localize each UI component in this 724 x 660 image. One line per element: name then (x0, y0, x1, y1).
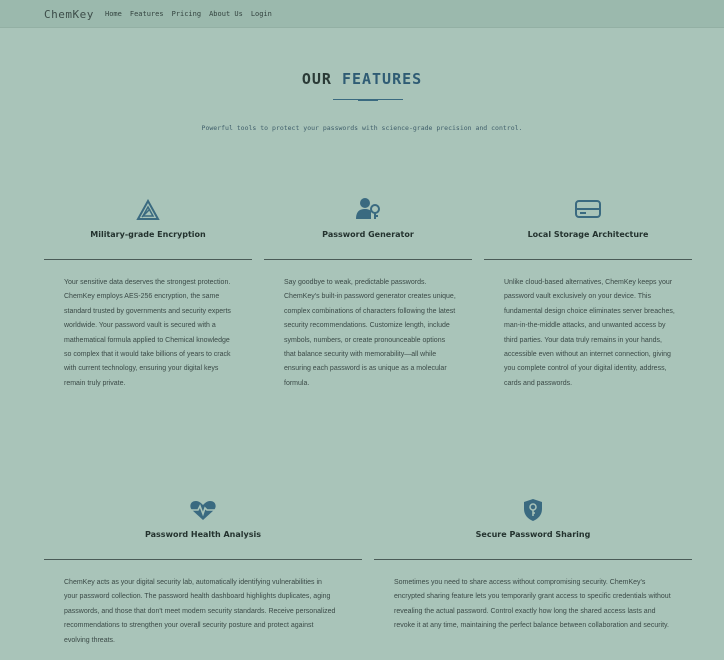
nav-links: Home Features Pricing About Us Login (105, 10, 272, 18)
feature-description: Say goodbye to weak, predictable passwor… (284, 279, 456, 387)
page-subtitle: Powerful tools to protect your passwords… (201, 124, 523, 132)
page-title-part2: FEATURES (341, 70, 423, 88)
feature-title: Local Storage Architecture (527, 230, 649, 239)
feature-title: Password Health Analysis (145, 530, 261, 539)
feature-title: Password Generator (322, 230, 414, 239)
feature-description: ChemKey acts as your digital security la… (64, 579, 336, 644)
logo[interactable]: ChemKey (44, 8, 94, 21)
feature-title: Military-grade Encryption (90, 230, 206, 239)
shield-key-icon (374, 498, 692, 522)
nav-link-pricing[interactable]: Pricing (172, 10, 202, 18)
feature-title: Secure Password Sharing (475, 530, 591, 539)
triangle-icon (44, 198, 252, 222)
feature-divider (374, 559, 692, 560)
nav-link-home[interactable]: Home (105, 10, 122, 18)
feature-divider (264, 259, 472, 260)
feature-description: Your sensitive data deserves the stronge… (64, 279, 231, 387)
feature-divider (44, 259, 252, 260)
nav-link-features[interactable]: Features (130, 10, 164, 18)
page-title-part1: OUR (301, 70, 332, 88)
feature-divider (44, 559, 362, 560)
feature-card-sharing: Secure Password Sharing Sometimes you ne… (374, 496, 692, 656)
hard-drive-icon (484, 197, 692, 221)
feature-card-generator: Password Generator Say goodbye to weak, … (264, 196, 472, 426)
feature-description: Unlike cloud-based alternatives, ChemKey… (504, 279, 675, 387)
title-underline-accent (358, 99, 378, 101)
feature-card-local-storage: Local Storage Architecture Unlike cloud-… (484, 196, 692, 426)
page-title: OUR FEATURES (0, 70, 724, 88)
feature-card-encryption: Military-grade Encryption Your sensitive… (44, 196, 252, 426)
feature-description: Sometimes you need to share access witho… (394, 579, 671, 630)
navbar: ChemKey Home Features Pricing About Us L… (0, 0, 724, 28)
feature-card-health-analysis: Password Health Analysis ChemKey acts as… (44, 496, 362, 656)
feature-divider (484, 259, 692, 260)
nav-link-about-us[interactable]: About Us (209, 10, 243, 18)
user-key-icon (264, 197, 472, 221)
heart-pulse-icon (44, 498, 362, 522)
nav-link-login[interactable]: Login (251, 10, 272, 18)
